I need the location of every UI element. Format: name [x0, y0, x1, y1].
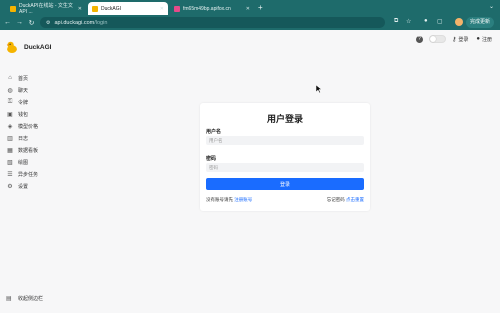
- browser-tabstrip: DuckAPI在线站 - 文生文 API ... ✕ DuckAGI ✕ fm6…: [0, 0, 500, 15]
- url-path: /login: [94, 19, 108, 26]
- sidebar-item-label: 日志: [18, 135, 29, 142]
- browser-tab-2[interactable]: DuckAGI ✕: [88, 2, 168, 15]
- collapse-label: 收起侧边栏: [18, 296, 44, 302]
- favicon-icon: [10, 5, 16, 12]
- sidebar-item-label: 首页: [18, 75, 29, 82]
- sidebar: DuckAGI ⌂ 首页 ◍ 聊天 ⚿ 令牌 ▣ 钱包 ◈ 模型价格 ▥ 日志 ▦ 数据看板 …: [0, 30, 58, 313]
- help-icon[interactable]: ?: [415, 35, 423, 43]
- reload-icon[interactable]: ↻: [27, 19, 36, 27]
- wallet-icon: ▣: [7, 111, 13, 118]
- sidebar-item-dashboard[interactable]: ▦ 数据看板: [6, 144, 38, 156]
- image-icon: ▧: [7, 159, 13, 166]
- close-tab-icon[interactable]: ✕: [246, 6, 250, 12]
- password-label: 密码: [206, 156, 217, 162]
- sidebar-item-settings[interactable]: ⚙ 设置: [6, 180, 38, 192]
- translate-icon[interactable]: ⧉: [394, 18, 398, 25]
- sidebar-item-label: 绘图: [18, 159, 29, 166]
- sidebar-item-label: 模型价格: [18, 123, 39, 130]
- sidebar-item-wallet[interactable]: ▣ 钱包: [6, 108, 38, 120]
- reset-password-link[interactable]: 点击重置: [346, 197, 364, 202]
- sidebar-item-label: 令牌: [18, 99, 29, 106]
- sidebar-item-label: 钱包: [18, 111, 29, 118]
- log-icon: ▥: [7, 135, 13, 142]
- price-tag-icon: ◈: [7, 123, 13, 130]
- browser-tab-3[interactable]: fm65m49bp.apifox.cn ✕: [170, 2, 254, 15]
- register-button[interactable]: ● 注册: [476, 36, 492, 43]
- tab-title: DuckAGI: [101, 5, 122, 12]
- sidebar-item-home[interactable]: ⌂ 首页: [6, 72, 38, 84]
- header-actions: ? ⚷ 登录 ● 注册: [415, 35, 500, 43]
- tab-search-icon[interactable]: ⌄: [489, 3, 494, 10]
- forward-icon[interactable]: →: [15, 19, 24, 26]
- login-card: 用户登录 用户名 密码 登录 没有账号请先 注册账号 忘记密码 点击重置: [200, 103, 370, 211]
- site-info-icon[interactable]: ⚙: [46, 20, 50, 26]
- bookmark-star-icon[interactable]: ☆: [406, 18, 411, 25]
- sidebar-item-pricing[interactable]: ◈ 模型价格: [6, 120, 38, 132]
- user-icon: ●: [476, 36, 480, 42]
- tab-title: DuckAPI在线站 - 文生文 API ...: [19, 3, 73, 15]
- profile-avatar[interactable]: [455, 18, 463, 26]
- dashboard-icon: ▦: [7, 147, 13, 154]
- sidebar-item-drawing[interactable]: ▧ 绘图: [6, 156, 38, 168]
- app-root: DuckAGI ⌂ 首页 ◍ 聊天 ⚿ 令牌 ▣ 钱包 ◈ 模型价格 ▥ 日志 ▦ 数据看板 …: [0, 30, 500, 313]
- url-host: api.duckagi.com: [54, 19, 95, 26]
- settings-icon: ⚙: [7, 183, 13, 190]
- back-icon[interactable]: ←: [3, 19, 12, 26]
- sidebar-nav: ⌂ 首页 ◍ 聊天 ⚿ 令牌 ▣ 钱包 ◈ 模型价格 ▥ 日志 ▦ 数据看板 ▧ 绘图 ☰ 异步任…: [6, 72, 38, 192]
- chat-icon: ◍: [7, 87, 13, 94]
- register-link[interactable]: 注册账号: [234, 197, 252, 202]
- username-input[interactable]: [206, 136, 364, 145]
- sidebar-item-label: 聊天: [18, 87, 29, 94]
- address-bar: ← → ↻ ⚙ api.duckagi.com/login ⧉ ☆ ● ▢ 完成…: [0, 15, 500, 30]
- extensions-puzzle-icon[interactable]: ▢: [437, 18, 443, 25]
- sidebar-item-label: 异步任务: [18, 171, 39, 178]
- mouse-cursor-icon: [316, 85, 322, 93]
- url-field[interactable]: ⚙ api.duckagi.com/login: [40, 17, 385, 28]
- password-input[interactable]: [206, 163, 364, 172]
- sidebar-item-logs[interactable]: ▥ 日志: [6, 132, 38, 144]
- username-label: 用户名: [206, 129, 222, 135]
- no-account-text: 没有账号请先: [206, 197, 233, 202]
- brand[interactable]: DuckAGI: [5, 40, 51, 54]
- browser-tab-1[interactable]: DuckAPI在线站 - 文生文 API ... ✕: [6, 2, 86, 15]
- collapse-sidebar-button[interactable]: ▤ 收起侧边栏: [6, 295, 43, 302]
- sidebar-item-label: 数据看板: [18, 147, 39, 154]
- finish-update-button[interactable]: 完成更新: [466, 17, 495, 28]
- login-submit-button[interactable]: 登录: [206, 178, 364, 190]
- login-button[interactable]: ⚷ 登录: [452, 36, 468, 43]
- theme-toggle[interactable]: [428, 35, 446, 43]
- close-tab-icon[interactable]: ✕: [160, 6, 164, 12]
- task-icon: ☰: [7, 171, 13, 178]
- forgot-prompt: 忘记密码 点击重置: [327, 197, 364, 203]
- sidebar-item-chat[interactable]: ◍ 聊天: [6, 84, 38, 96]
- toggle-knob: [429, 36, 436, 42]
- register-label: 注册: [481, 36, 492, 43]
- close-tab-icon[interactable]: ✕: [78, 6, 82, 12]
- register-prompt: 没有账号请先 注册账号: [206, 197, 252, 203]
- brand-name: DuckAGI: [24, 43, 52, 51]
- extension-icon[interactable]: ●: [424, 18, 428, 24]
- login-label: 登录: [458, 36, 469, 43]
- duck-logo-icon: [6, 41, 17, 53]
- tab-title: fm65m49bp.apifox.cn: [183, 5, 231, 12]
- home-icon: ⌂: [8, 75, 12, 81]
- login-title: 用户登录: [266, 114, 303, 124]
- new-tab-button[interactable]: +: [258, 2, 263, 13]
- sidebar-item-label: 设置: [18, 183, 29, 190]
- favicon-icon: [92, 5, 98, 12]
- forgot-text: 忘记密码: [326, 197, 345, 202]
- key-icon: ⚿: [7, 98, 13, 105]
- collapse-icon: ▤: [6, 296, 12, 302]
- sidebar-item-tokens[interactable]: ⚿ 令牌: [6, 96, 38, 108]
- key-icon: ⚷: [451, 36, 457, 43]
- sidebar-item-tasks[interactable]: ☰ 异步任务: [6, 168, 38, 180]
- favicon-icon: [174, 5, 180, 12]
